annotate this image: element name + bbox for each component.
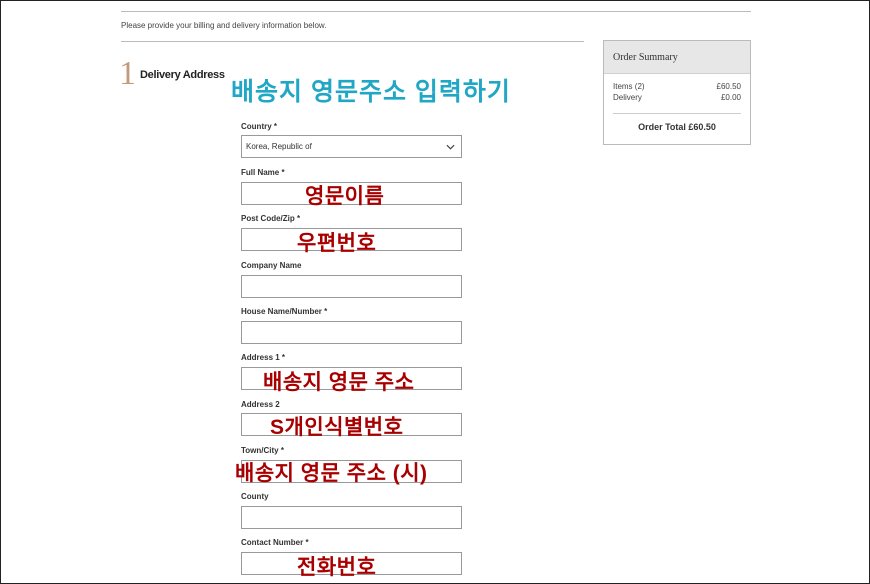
- town-label: Town/City *: [241, 446, 284, 455]
- county-label: County: [241, 492, 269, 501]
- order-total: Order Total £60.50: [638, 122, 716, 132]
- address2-label: Address 2: [241, 400, 280, 409]
- order-summary-title: Order Summary: [604, 41, 750, 74]
- county-input[interactable]: [241, 506, 462, 529]
- intro-divider: [121, 41, 584, 42]
- town-overlay: 배송지 영문 주소 (시): [235, 462, 428, 485]
- postcode-label: Post Code/Zip *: [241, 214, 301, 223]
- country-select[interactable]: Korea, Republic of: [241, 135, 462, 158]
- country-value: Korea, Republic of: [246, 142, 312, 151]
- items-value: £60.50: [716, 82, 741, 91]
- country-label: Country *: [241, 122, 277, 131]
- full-name-overlay: 영문이름: [305, 185, 385, 208]
- address1-overlay: 배송지 영문 주소: [263, 371, 415, 394]
- house-input[interactable]: [241, 321, 462, 344]
- step-number: 1: [119, 55, 136, 92]
- intro-text: Please provide your billing and delivery…: [121, 21, 327, 30]
- top-divider: [121, 11, 751, 12]
- address1-label: Address 1 *: [241, 353, 286, 362]
- summary-delivery-row: Delivery £0.00: [613, 93, 741, 102]
- order-summary-panel: Order Summary Items (2) £60.50 Delivery …: [603, 40, 751, 145]
- summary-items-row: Items (2) £60.50: [613, 82, 741, 91]
- chevron-down-icon: [446, 144, 455, 150]
- step-title: Delivery Address: [140, 69, 225, 81]
- address2-overlay: S개인식별번호: [270, 416, 404, 439]
- full-name-label: Full Name *: [241, 168, 285, 177]
- contact-overlay: 전화번호: [297, 556, 377, 579]
- summary-divider: [613, 113, 741, 114]
- delivery-label: Delivery: [613, 93, 642, 102]
- company-label: Company Name: [241, 261, 302, 270]
- postcode-overlay: 우편번호: [297, 232, 377, 255]
- company-input[interactable]: [241, 275, 462, 298]
- contact-label: Contact Number *: [241, 538, 309, 547]
- items-label: Items (2): [613, 82, 645, 91]
- house-label: House Name/Number *: [241, 307, 328, 316]
- delivery-value: £0.00: [720, 93, 741, 102]
- overlay-instruction-title: 배송지 영문주소 입력하기: [231, 78, 511, 106]
